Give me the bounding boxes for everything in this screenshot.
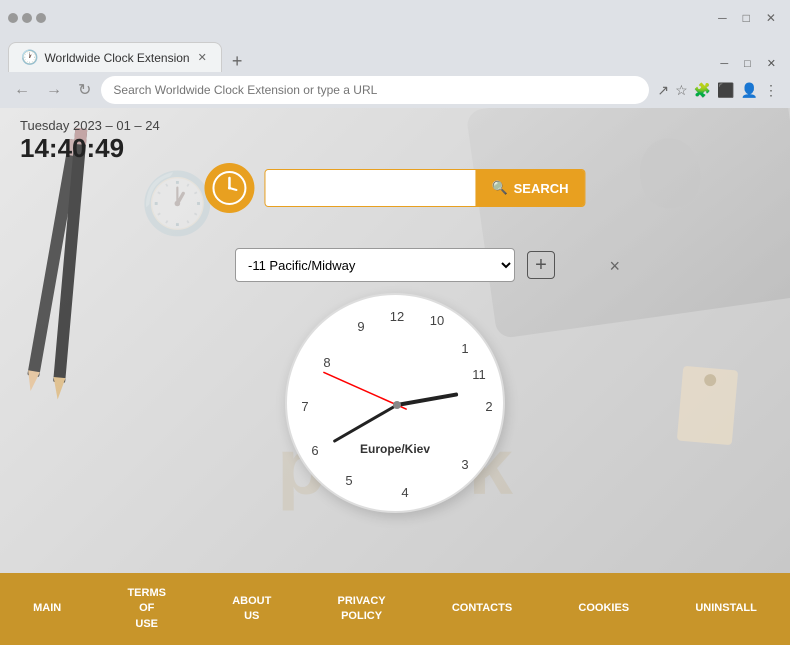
svg-text:1: 1 bbox=[461, 341, 468, 356]
time-display: 14:40:49 bbox=[20, 133, 160, 164]
svg-text:9: 9 bbox=[357, 319, 364, 334]
search-button-label: SEARCH bbox=[514, 181, 569, 196]
svg-text:11: 11 bbox=[472, 367, 486, 382]
mini-clock-icon bbox=[211, 170, 247, 206]
forward-icon: → bbox=[46, 81, 62, 98]
footer: MAIN TERMSOFUSE ABOUTUS PRIVACYPOLICY CO… bbox=[0, 573, 790, 645]
address-bar: ← → ↻ Search Worldwide Clock Extension o… bbox=[0, 72, 790, 108]
footer-item-terms[interactable]: TERMSOFUSE bbox=[119, 586, 174, 632]
clock-icon-box bbox=[204, 163, 254, 213]
search-button[interactable]: 🔍 SEARCH bbox=[475, 170, 584, 206]
footer-item-about[interactable]: ABOUTUS bbox=[224, 594, 279, 625]
svg-text:4: 4 bbox=[401, 485, 408, 500]
win-ctrl-minimize[interactable]: ─ bbox=[712, 11, 733, 25]
price-tag-bg bbox=[677, 366, 738, 446]
tab-close-btn[interactable]: ✕ bbox=[196, 49, 209, 66]
date-display: Tuesday 2023 – 01 – 24 bbox=[20, 118, 160, 133]
svg-text:6: 6 bbox=[311, 443, 318, 458]
win-maximize[interactable] bbox=[22, 13, 32, 23]
svg-text:5: 5 bbox=[345, 473, 352, 488]
reload-button[interactable]: ↻ bbox=[72, 76, 97, 104]
browser-window-icon[interactable]: ⬛ bbox=[717, 82, 734, 99]
profile-icon[interactable]: 👤 bbox=[741, 82, 758, 99]
footer-item-main[interactable]: MAIN bbox=[25, 601, 69, 616]
reload-icon: ↻ bbox=[78, 82, 91, 99]
win-ctrl-close[interactable]: ✕ bbox=[760, 11, 782, 25]
back-icon: ← bbox=[14, 81, 30, 98]
win-ctrl-restore[interactable]: □ bbox=[737, 11, 756, 25]
footer-item-privacy[interactable]: PRIVACYPOLICY bbox=[330, 594, 394, 625]
analog-clock: 12 1 2 3 4 5 6 7 8 9 10 11 bbox=[285, 293, 505, 513]
active-tab[interactable]: 🕐 Worldwide Clock Extension ✕ bbox=[8, 42, 222, 72]
clock-timezone-label: Europe/Kiev bbox=[360, 442, 430, 456]
search-area: pcrisk.com 🔍 SEARCH bbox=[204, 163, 585, 213]
tab-bar: 🕐 Worldwide Clock Extension ✕ + ─ □ ✕ bbox=[0, 36, 790, 72]
browser-chrome: ─ □ ✕ 🕐 Worldwide Clock Extension ✕ + ─ … bbox=[0, 0, 790, 108]
footer-item-contacts[interactable]: CONTACTS bbox=[444, 601, 520, 616]
svg-text:12: 12 bbox=[390, 309, 404, 324]
menu-icon[interactable]: ⋮ bbox=[764, 82, 778, 99]
apple-logo-bg bbox=[635, 134, 704, 212]
datetime-area: Tuesday 2023 – 01 – 24 14:40:49 bbox=[20, 118, 160, 164]
clock-container: 12 1 2 3 4 5 6 7 8 9 10 11 bbox=[285, 293, 505, 513]
share-icon[interactable]: ↗ bbox=[657, 82, 669, 99]
forward-button[interactable]: → bbox=[40, 77, 68, 103]
win-top-max[interactable]: □ bbox=[738, 56, 757, 72]
svg-text:10: 10 bbox=[430, 313, 444, 328]
laptop-bg bbox=[466, 108, 790, 339]
page-content: 🕐 pcrisk Tuesday 2023 – 01 – 24 14:40:49… bbox=[0, 108, 790, 573]
win-top-close[interactable]: ✕ bbox=[761, 55, 782, 72]
url-input[interactable]: Search Worldwide Clock Extension or type… bbox=[101, 76, 649, 104]
footer-item-cookies[interactable]: COOKIES bbox=[570, 601, 637, 616]
tab-favicon: 🕐 bbox=[21, 49, 38, 66]
win-close[interactable] bbox=[36, 13, 46, 23]
toolbar-icons: ↗ ☆ 🧩 ⬛ 👤 ⋮ bbox=[653, 82, 782, 99]
svg-text:7: 7 bbox=[301, 399, 308, 414]
svg-text:2: 2 bbox=[485, 399, 492, 414]
timezone-area: -11 Pacific/Midway -10 Pacific/Honolulu … bbox=[235, 248, 555, 282]
win-top-min[interactable]: ─ bbox=[714, 56, 734, 72]
back-button[interactable]: ← bbox=[8, 77, 36, 103]
tab-title: Worldwide Clock Extension bbox=[44, 51, 189, 65]
svg-text:8: 8 bbox=[323, 355, 330, 370]
new-tab-button[interactable]: + bbox=[226, 51, 249, 72]
add-timezone-button[interactable]: + bbox=[527, 251, 555, 279]
win-minimize[interactable] bbox=[8, 13, 18, 23]
bookmark-icon[interactable]: ☆ bbox=[675, 82, 688, 99]
pencils-decoration bbox=[20, 118, 120, 438]
plus-icon: + bbox=[535, 254, 547, 277]
footer-item-uninstall[interactable]: UNINSTALL bbox=[687, 601, 765, 616]
timezone-select[interactable]: -11 Pacific/Midway -10 Pacific/Honolulu … bbox=[235, 248, 515, 282]
extensions-icon[interactable]: 🧩 bbox=[694, 82, 711, 99]
close-clock-button[interactable]: × bbox=[609, 256, 620, 277]
search-input[interactable]: pcrisk.com bbox=[265, 170, 475, 206]
title-bar: ─ □ ✕ bbox=[0, 0, 790, 36]
search-input-box: pcrisk.com 🔍 SEARCH bbox=[264, 169, 585, 207]
svg-text:3: 3 bbox=[461, 457, 468, 472]
search-icon: 🔍 bbox=[491, 180, 507, 196]
clock-face: 12 1 2 3 4 5 6 7 8 9 10 11 bbox=[287, 295, 507, 515]
